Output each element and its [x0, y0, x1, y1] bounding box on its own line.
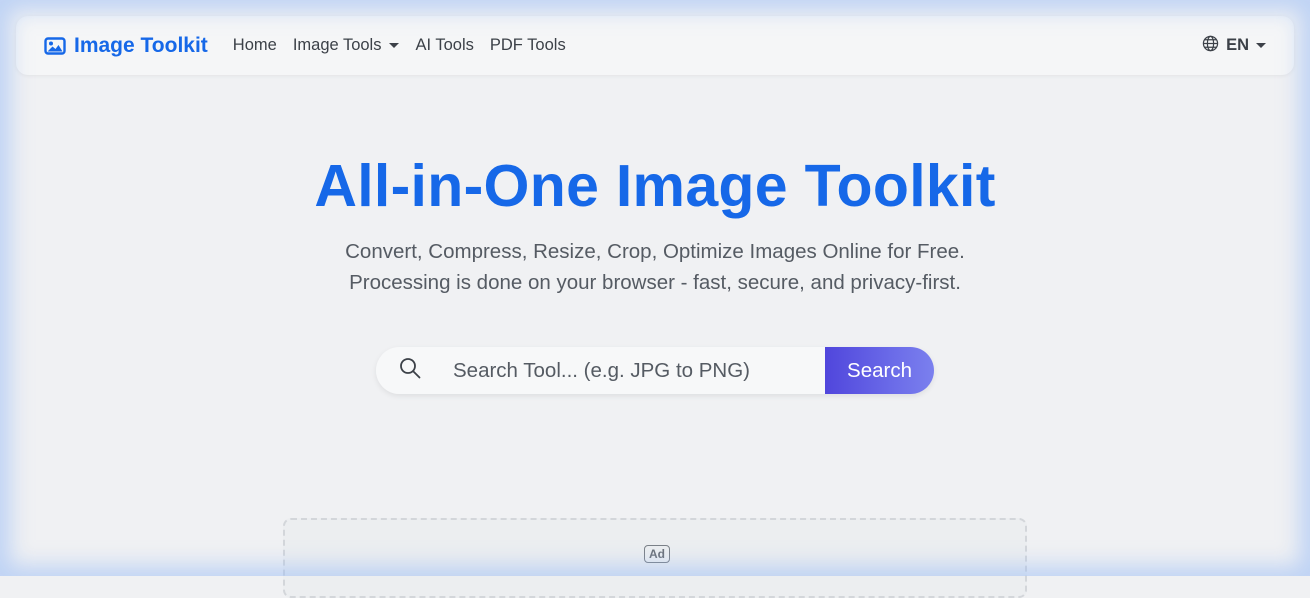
nav-pdf-tools-label: PDF Tools: [489, 36, 566, 54]
image-icon: [44, 36, 66, 55]
ad-placeholder: Ad: [283, 518, 1027, 598]
caret-down-icon: [1256, 43, 1266, 48]
search-bar: Search: [376, 347, 934, 394]
nav-image-tools-dropdown[interactable]: Image Tools: [293, 36, 400, 55]
search-field: [376, 347, 825, 394]
search-input[interactable]: [451, 357, 825, 384]
navbar: Image Toolkit Home Image Tools AI Tools …: [16, 16, 1294, 75]
nav-ai-tools-label: AI Tools: [415, 36, 474, 54]
globe-icon: [1202, 35, 1219, 57]
hero: All-in-One Image Toolkit Convert, Compre…: [0, 150, 1310, 298]
language-label: EN: [1226, 36, 1249, 54]
language-selector[interactable]: EN: [1202, 35, 1266, 57]
search-icon: [399, 357, 421, 384]
nav-pdf-tools[interactable]: PDF Tools: [490, 36, 566, 55]
brand-link[interactable]: Image Toolkit: [44, 34, 208, 58]
subtitle-line-2: Processing is done on your browser - fas…: [349, 271, 961, 294]
caret-down-icon: [389, 43, 400, 48]
hero-subtitle: Convert, Compress, Resize, Crop, Optimiz…: [0, 236, 1310, 298]
nav-ai-tools[interactable]: AI Tools: [415, 36, 473, 55]
page-title: All-in-One Image Toolkit: [314, 153, 996, 219]
search-button[interactable]: Search: [825, 347, 934, 394]
brand-name: Image Toolkit: [74, 33, 208, 57]
nav-links: Home Image Tools AI Tools PDF Tools: [233, 36, 566, 55]
subtitle-line-1: Convert, Compress, Resize, Crop, Optimiz…: [345, 240, 965, 263]
nav-home[interactable]: Home: [233, 36, 277, 55]
nav-home-label: Home: [232, 36, 277, 54]
nav-image-tools-label: Image Tools: [292, 36, 382, 54]
ad-badge: Ad: [644, 545, 670, 563]
